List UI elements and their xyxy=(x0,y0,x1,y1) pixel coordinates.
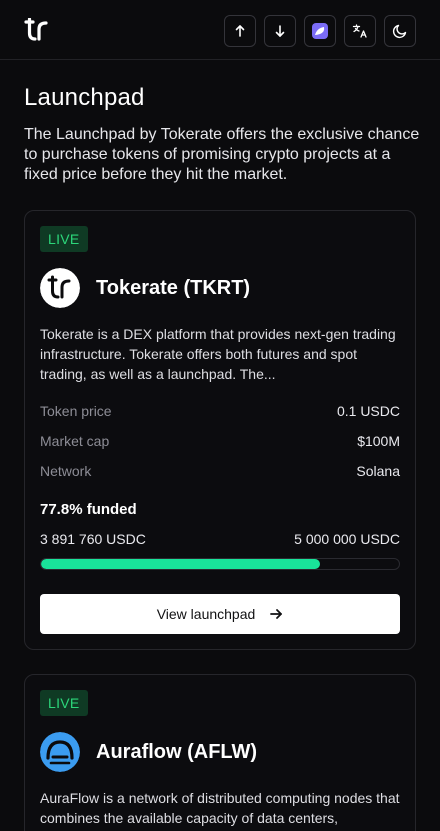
translate-button[interactable] xyxy=(344,15,376,47)
auraflow-logo-icon xyxy=(40,732,80,772)
theme-toggle-button[interactable] xyxy=(384,15,416,47)
funding-progress-bar xyxy=(40,558,400,570)
project-name: Auraflow (AFLW) xyxy=(96,741,258,763)
project-name: Tokerate (TKRT) xyxy=(96,277,251,299)
stat-label: Market cap xyxy=(40,433,110,449)
project-description: Tokerate is a DEX platform that provides… xyxy=(40,326,396,382)
tokerate-logo-icon[interactable] xyxy=(24,18,50,42)
arrow-down-button[interactable] xyxy=(264,15,296,47)
stat-label: Network xyxy=(40,463,92,479)
arrow-up-button[interactable] xyxy=(224,15,256,47)
goal-amount: 5 000 000 USDC xyxy=(294,531,400,547)
tokerate-logo-icon xyxy=(40,268,80,308)
stat-token-price: Token price 0.1 USDC xyxy=(40,401,400,421)
raised-amount: 3 891 760 USDC xyxy=(40,531,146,547)
live-badge: LIVE xyxy=(40,690,88,716)
stat-value: $100M xyxy=(357,433,400,449)
project-description: AuraFlow is a network of distributed com… xyxy=(40,790,400,831)
arrow-up-icon xyxy=(235,25,245,37)
stat-network: Network Solana xyxy=(40,461,400,481)
top-bar xyxy=(0,0,440,60)
live-badge: LIVE xyxy=(40,226,88,252)
page-title: Launchpad xyxy=(24,84,145,111)
stat-value: Solana xyxy=(356,463,400,479)
wallet-app-button[interactable] xyxy=(304,15,336,47)
wallet-app-icon xyxy=(312,23,328,39)
project-card-tokerate: LIVE Tokerate (TKRT) Tokerate is a DEX p… xyxy=(24,210,416,650)
stat-market-cap: Market cap $100M xyxy=(40,431,400,451)
funding-progress-fill xyxy=(41,559,320,569)
project-card-auraflow: LIVE Auraflow (AFLW) AuraFlow is a netwo… xyxy=(24,674,416,831)
arrow-down-icon xyxy=(275,25,285,37)
view-launchpad-label: View launchpad xyxy=(156,606,256,622)
stat-value: 0.1 USDC xyxy=(336,403,400,419)
moon-icon xyxy=(392,24,407,39)
page-description: The Launchpad by Tokerate offers the exc… xyxy=(24,126,420,183)
translate-icon xyxy=(352,24,367,38)
arrow-right-icon xyxy=(270,609,283,619)
view-launchpad-button[interactable]: View launchpad xyxy=(40,594,400,634)
stat-label: Token price xyxy=(40,403,112,419)
funded-percentage: 77.8% funded xyxy=(40,501,137,518)
